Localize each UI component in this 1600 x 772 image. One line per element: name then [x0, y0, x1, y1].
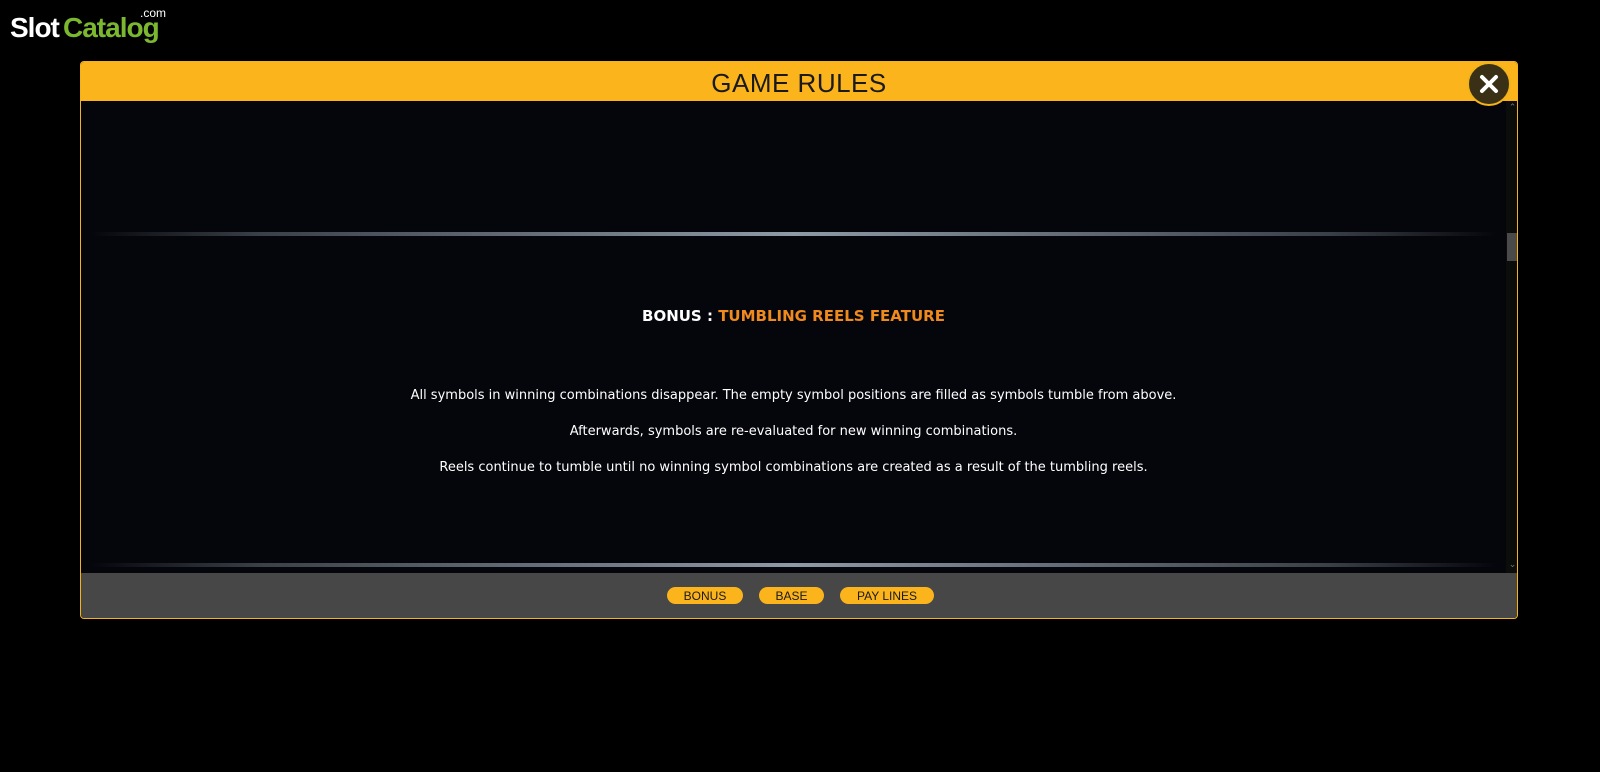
logo-text-com: .com — [140, 6, 167, 20]
heading-prefix: BONUS : — [642, 307, 719, 325]
close-button[interactable] — [1467, 62, 1511, 106]
tab-pay-lines[interactable]: PAY LINES — [840, 587, 934, 604]
logo-text-slot: Slot — [10, 12, 60, 43]
tab-bar: BONUS BASE PAY LINES — [81, 573, 1517, 618]
scroll-up-arrow-icon[interactable]: ⌃ — [1508, 104, 1517, 113]
modal-header: GAME RULES — [81, 62, 1517, 101]
close-icon — [1480, 75, 1498, 93]
scroll-down-arrow-icon[interactable]: ⌄ — [1508, 561, 1517, 570]
rules-paragraph: Reels continue to tumble until no winnin… — [439, 460, 1148, 475]
tab-bonus[interactable]: BONUS — [667, 587, 743, 604]
game-rules-modal: GAME RULES BONUS : TUMBLING REELS FEATUR… — [80, 61, 1518, 619]
rules-paragraph: All symbols in winning combinations disa… — [410, 388, 1177, 403]
slotcatalog-logo: Slot Catalog .com — [10, 6, 180, 48]
top-divider — [91, 232, 1496, 236]
scroll-thumb[interactable] — [1507, 233, 1517, 261]
vertical-scrollbar[interactable]: ⌃ ⌄ — [1506, 101, 1517, 573]
modal-title: GAME RULES — [711, 68, 887, 98]
heading-feature-name: TUMBLING REELS FEATURE — [718, 307, 945, 325]
bottom-divider — [91, 563, 1496, 567]
rules-paragraph: Afterwards, symbols are re-evaluated for… — [569, 424, 1018, 439]
rules-content: BONUS : TUMBLING REELS FEATURE All symbo… — [81, 101, 1506, 573]
tab-base[interactable]: BASE — [759, 587, 824, 604]
section-heading: BONUS : TUMBLING REELS FEATURE — [81, 307, 1506, 325]
